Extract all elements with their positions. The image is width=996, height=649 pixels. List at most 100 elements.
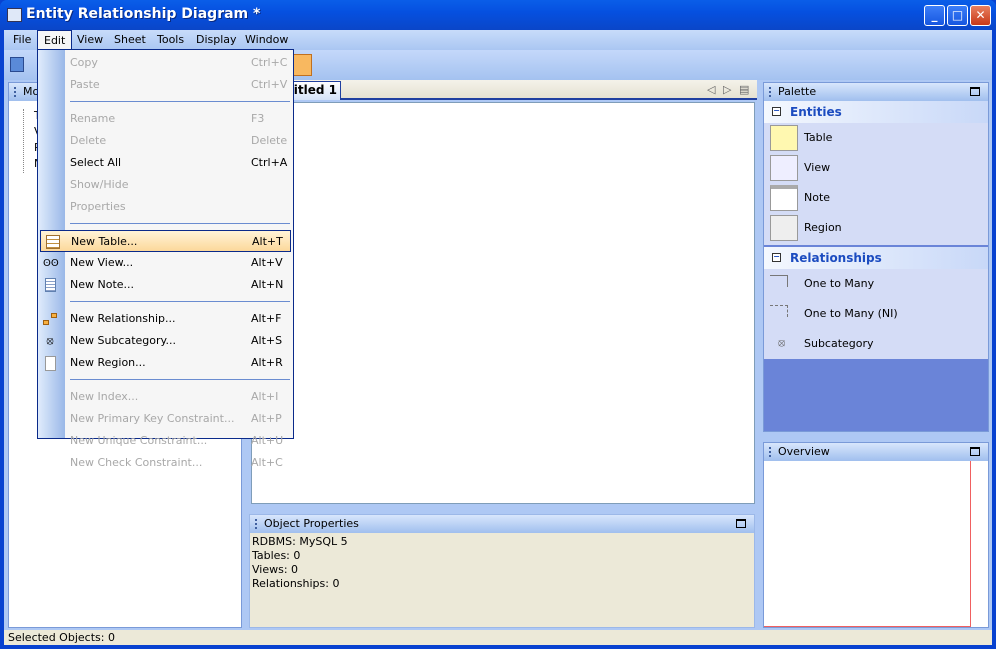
sheet-tab-bar: titled 1 ◁ ▷ ▤ [249, 80, 757, 100]
menu-display[interactable]: Display [190, 30, 243, 50]
menu-separator [70, 223, 290, 224]
note-icon [45, 278, 56, 292]
menu-item-label: Rename [70, 112, 116, 125]
menu-item-new-check-constraint[interactable]: New Check Constraint... Alt+C [38, 452, 293, 474]
menu-separator [70, 379, 290, 380]
menu-edit[interactable]: Edit [37, 30, 73, 50]
menu-item-new-view[interactable]: ʘʘ New View... Alt+V [38, 252, 293, 274]
app-icon [7, 8, 22, 22]
menu-item-shortcut: Ctrl+V [251, 78, 288, 91]
menu-item-shortcut: F3 [251, 112, 265, 125]
menu-item-shortcut: Alt+V [251, 256, 283, 269]
collapse-icon[interactable]: − [772, 253, 781, 262]
menu-item-new-region[interactable]: New Region... Alt+R [38, 352, 293, 374]
restore-icon[interactable] [736, 519, 746, 528]
palette-item-view[interactable]: View [764, 153, 988, 183]
menu-item-shortcut: Alt+P [251, 412, 282, 425]
object-properties-panel: Object Properties RDBMS: MySQL 5 Tables:… [249, 514, 755, 628]
palette-item-label: Region [804, 221, 842, 234]
entities-section-header[interactable]: − Entities [764, 101, 988, 123]
menu-item-shortcut: Alt+U [251, 434, 284, 447]
palette-item-label: Table [804, 131, 833, 144]
menu-item-label: New Index... [70, 390, 139, 403]
palette-item-one-to-many-ni[interactable]: One to Many (NI) [764, 299, 988, 329]
palette-item-label: Subcategory [804, 337, 874, 350]
close-button[interactable]: ✕ [970, 5, 991, 26]
menu-item-select-all[interactable]: Select All Ctrl+A [38, 152, 293, 174]
palette-item-one-to-many[interactable]: One to Many [764, 269, 988, 299]
palette-item-label: Note [804, 191, 831, 204]
menu-sheet[interactable]: Sheet [108, 30, 152, 50]
menu-item-new-table[interactable]: New Table... Alt+T [40, 230, 291, 252]
menu-item-shortcut: Delete [251, 134, 288, 147]
minimize-button[interactable]: _ [924, 5, 945, 26]
one-to-many-ni-icon [770, 305, 788, 317]
overview-viewport[interactable] [764, 461, 971, 627]
palette-item-note[interactable]: Note [764, 183, 988, 213]
subcategory-icon: ⦻ [778, 336, 786, 349]
menu-item-new-relationship[interactable]: New Relationship... Alt+F [38, 308, 293, 330]
menu-view[interactable]: View [71, 30, 109, 50]
menu-item-shortcut: Alt+T [252, 235, 283, 248]
menu-item-new-note[interactable]: New Note... Alt+N [38, 274, 293, 296]
menu-item-show-hide[interactable]: Show/Hide [38, 174, 293, 196]
view-icon [770, 155, 798, 181]
diagram-canvas[interactable] [251, 102, 755, 504]
palette-item-subcategory[interactable]: ⦻ Subcategory [764, 329, 988, 359]
menu-item-label: Show/Hide [70, 178, 129, 191]
menu-item-rename[interactable]: Rename F3 [38, 108, 293, 130]
note-icon [770, 185, 798, 211]
menu-item-new-subcategory[interactable]: ⦻ New Subcategory... Alt+S [38, 330, 293, 352]
edit-menu: Copy Ctrl+C Paste Ctrl+V Rename F3 Delete Delet… [37, 49, 294, 469]
overview-title: Overview [778, 445, 830, 458]
menu-item-label: New Region... [70, 356, 146, 369]
menu-item-label: New Subcategory... [70, 334, 176, 347]
menu-item-label: New Primary Key Constraint... [70, 412, 235, 425]
maximize-button[interactable]: □ [947, 5, 968, 26]
menu-item-label: New View... [70, 256, 134, 269]
menu-item-paste[interactable]: Paste Ctrl+V [38, 74, 293, 96]
property-line: Tables: 0 [252, 549, 301, 562]
menu-item-new-primary-key-constraint[interactable]: New Primary Key Constraint... Alt+P [38, 408, 293, 430]
object-properties-title: Object Properties [264, 517, 359, 530]
collapse-icon[interactable]: − [772, 107, 781, 116]
overview-panel: Overview [763, 442, 989, 628]
tab-scroll-right-icon[interactable]: ▷ [723, 83, 731, 96]
save-icon[interactable] [10, 57, 24, 72]
menu-separator [70, 101, 290, 102]
menu-item-copy[interactable]: Copy Ctrl+C [38, 52, 293, 74]
menu-file[interactable]: File [7, 30, 37, 50]
menu-item-new-index[interactable]: New Index... Alt+I [38, 386, 293, 408]
region-icon [45, 356, 56, 371]
menu-item-label: Delete [70, 134, 107, 147]
menu-item-label: New Table... [71, 235, 138, 248]
menu-item-label: New Unique Constraint... [70, 434, 208, 447]
menu-item-properties[interactable]: Properties [38, 196, 293, 218]
property-line: RDBMS: MySQL 5 [252, 535, 348, 548]
menu-tools[interactable]: Tools [151, 30, 190, 50]
relationship-icon [43, 312, 57, 326]
property-line: Views: 0 [252, 563, 299, 576]
palette-item-region[interactable]: Region [764, 213, 988, 245]
menu-window[interactable]: Window [239, 30, 294, 50]
menu-item-shortcut: Alt+R [251, 356, 283, 369]
palette-panel: Palette − Entities Table View Note Region… [763, 82, 989, 432]
menu-item-shortcut: Alt+F [251, 312, 282, 325]
menu-item-shortcut: Alt+C [251, 456, 283, 469]
property-line: Relationships: 0 [252, 577, 340, 590]
menu-item-label: New Check Constraint... [70, 456, 203, 469]
entities-title: Entities [790, 105, 842, 119]
window-title: Entity Relationship Diagram * [26, 6, 261, 22]
menu-item-shortcut: Alt+N [251, 278, 284, 291]
relationships-section-header[interactable]: − Relationships [764, 247, 988, 269]
restore-icon[interactable] [970, 447, 980, 456]
tab-scroll-left-icon[interactable]: ◁ [707, 83, 715, 96]
palette-item-table[interactable]: Table [764, 123, 988, 153]
menu-item-new-unique-constraint[interactable]: New Unique Constraint... Alt+U [38, 430, 293, 452]
menu-separator [70, 301, 290, 302]
table-icon [46, 235, 60, 249]
menu-item-label: New Relationship... [70, 312, 176, 325]
restore-icon[interactable] [970, 87, 980, 96]
tab-list-icon[interactable]: ▤ [739, 83, 749, 96]
menu-item-delete[interactable]: Delete Delete [38, 130, 293, 152]
